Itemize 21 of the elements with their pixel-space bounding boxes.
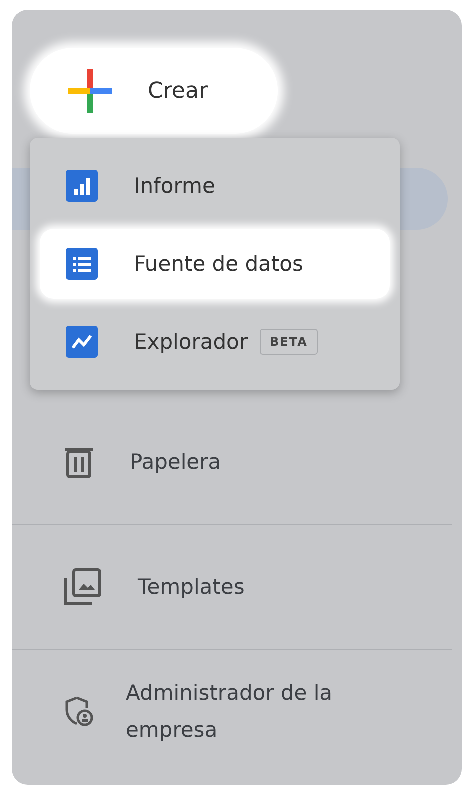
nav-item[interactable]: Administrador de la empresa	[12, 650, 462, 774]
shield-icon	[64, 696, 96, 728]
menu-label: Informe	[134, 174, 216, 198]
line-chart-icon	[66, 326, 98, 358]
trash-icon	[64, 445, 94, 479]
menu-item[interactable]: Explorador BETA	[40, 307, 390, 377]
nav-item[interactable]: Papelera	[12, 400, 462, 524]
images-icon	[64, 568, 102, 606]
nav-label: Administrador de la empresa	[126, 680, 334, 744]
menu-item[interactable]: Fuente de datos	[40, 229, 390, 299]
nav-item[interactable]: Templates	[12, 525, 462, 649]
nav-label: Templates	[138, 574, 246, 600]
beta-badge: BETA	[260, 329, 318, 355]
create-button[interactable]: Crear	[30, 48, 278, 134]
nav-label: Papelera	[130, 448, 222, 476]
menu-label: Explorador	[134, 330, 248, 354]
menu-label: Fuente de datos	[134, 252, 304, 276]
bar-chart-icon	[66, 170, 98, 202]
plus-icon	[68, 69, 112, 113]
menu-item[interactable]: Informe	[40, 151, 390, 221]
list-icon	[66, 248, 98, 280]
